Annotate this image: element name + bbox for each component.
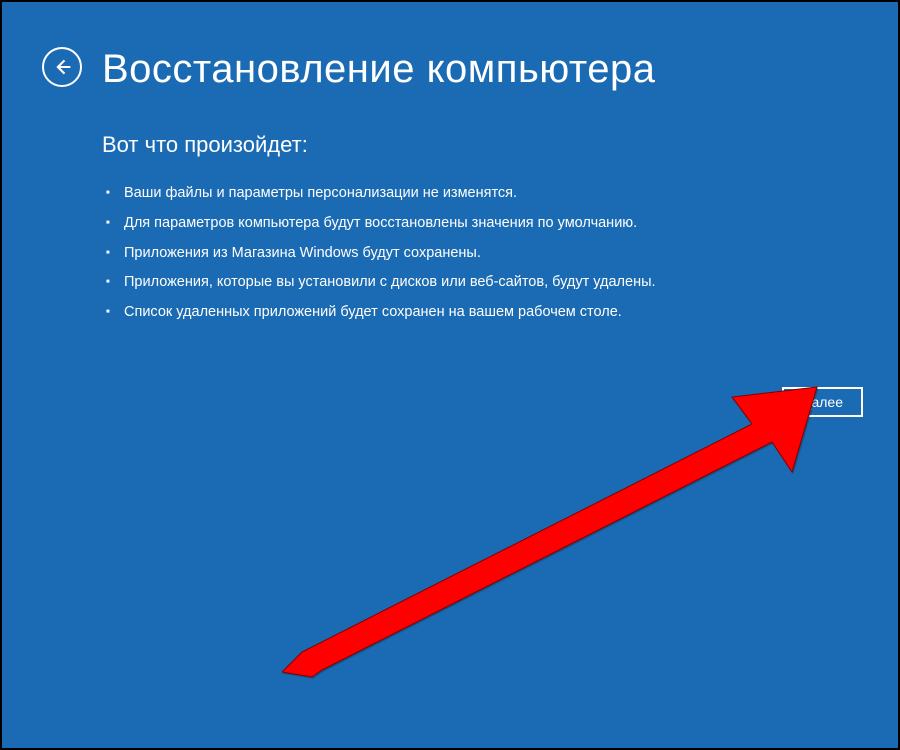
annotation-arrow-icon — [282, 372, 822, 682]
list-item: Приложения из Магазина Windows будут сох… — [102, 243, 798, 265]
next-button[interactable]: Далее — [782, 387, 863, 417]
header: Восстановление компьютера — [2, 2, 898, 112]
list-item: Для параметров компьютера будут восстано… — [102, 213, 798, 235]
back-button[interactable] — [42, 47, 82, 87]
arrow-left-icon — [52, 57, 72, 77]
bullet-list: Ваши файлы и параметры персонализации не… — [102, 183, 798, 324]
list-item: Приложения, которые вы установили с диск… — [102, 272, 798, 294]
content-area: Вот что произойдет: Ваши файлы и парамет… — [2, 112, 898, 324]
list-item: Ваши файлы и параметры персонализации не… — [102, 183, 798, 205]
page-title: Восстановление компьютера — [102, 47, 656, 92]
subtitle: Вот что произойдет: — [102, 132, 798, 158]
list-item: Список удаленных приложений будет сохран… — [102, 302, 798, 324]
